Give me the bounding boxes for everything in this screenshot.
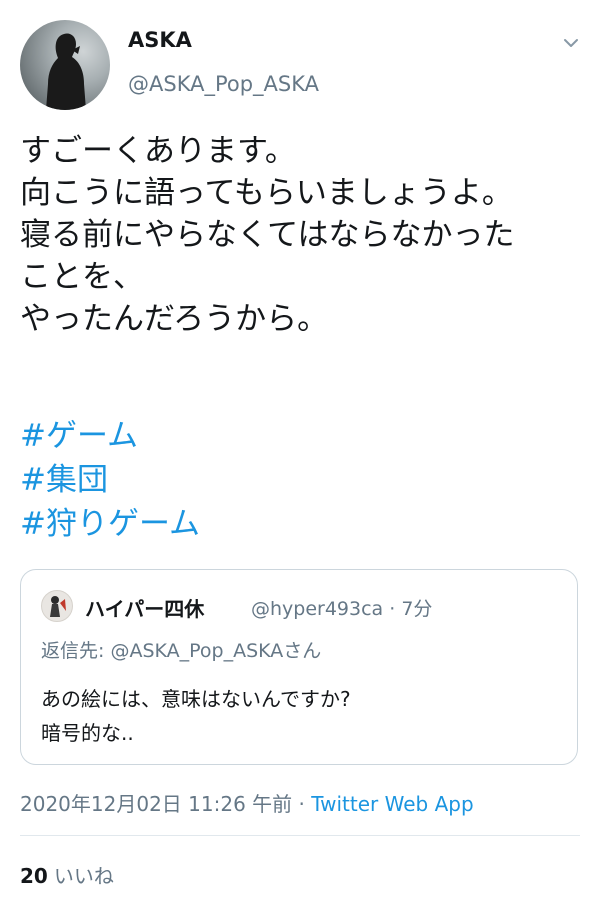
quoted-author-avatar[interactable] <box>41 590 73 622</box>
quoted-tweet-card[interactable]: ハイパー四休 @hyper493ca · 7分 返信先: @ASKA_Pop_A… <box>20 569 578 765</box>
author-handle[interactable]: @ASKA_Pop_ASKA <box>128 72 319 96</box>
tweet-source-link[interactable]: Twitter Web App <box>311 792 473 816</box>
tweet-timestamp[interactable]: 2020年12月02日 11:26 午前 · <box>20 792 311 816</box>
tweet-text-line: すごーくあります。 <box>20 133 296 169</box>
quoted-text-line: あの絵には、意味はないんですか? <box>41 687 351 711</box>
likes-label: いいね <box>53 864 114 888</box>
tweet-text: すごーくあります。 向こうに語ってもらいましょうよ。 寝る前にやらなくてはならな… <box>20 130 590 340</box>
quoted-tweet-text: あの絵には、意味はないんですか? 暗号的な.. <box>41 682 351 750</box>
hashtag-list: #ゲーム #集団 #狩りゲーム <box>20 414 200 546</box>
quoted-text-line: 暗号的な.. <box>41 721 134 745</box>
avatar-illustration-icon <box>50 596 66 617</box>
hashtag-link[interactable]: #ゲーム <box>20 414 200 458</box>
quoted-author-name[interactable]: ハイパー四休 <box>85 593 204 622</box>
quoted-reply-to: 返信先: @ASKA_Pop_ASKAさん <box>41 640 322 662</box>
divider <box>20 835 580 836</box>
tweet-text-line: 向こうに語ってもらいましょうよ。 <box>20 175 513 211</box>
hashtag-link[interactable]: #狩りゲーム <box>20 502 200 546</box>
tweet-metadata: 2020年12月02日 11:26 午前 · Twitter Web App <box>20 788 474 817</box>
tweet-header: ASKA @ASKA_Pop_ASKA <box>0 0 600 120</box>
likes-count: 20 <box>20 864 48 888</box>
avatar-silhouette-icon <box>46 33 86 110</box>
chevron-down-icon[interactable] <box>560 32 582 54</box>
tweet-text-line: 寝る前にやらなくてはならなかった <box>20 217 515 253</box>
author-display-name[interactable]: ASKA <box>128 28 192 52</box>
quoted-author-handle-time: @hyper493ca · 7分 <box>251 598 433 620</box>
tweet-text-line: ことを、 <box>20 259 144 295</box>
likes-stat[interactable]: 20 いいね <box>20 860 114 889</box>
hashtag-link[interactable]: #集団 <box>20 458 200 502</box>
tweet-text-line: やったんだろうから。 <box>20 301 329 337</box>
author-avatar[interactable] <box>20 20 110 110</box>
